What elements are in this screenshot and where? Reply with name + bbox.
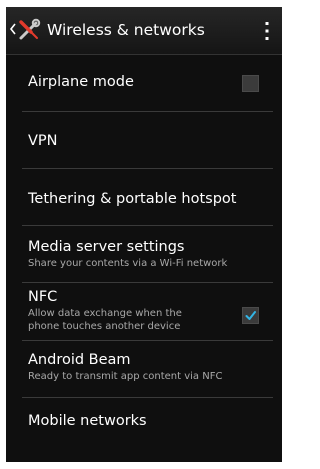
checkmark-icon (245, 311, 256, 320)
nfc-item[interactable]: NFC Allow data exchange when the phone t… (6, 283, 282, 341)
page-title: Wireless & networks (47, 21, 205, 39)
mobile-networks-item[interactable]: Mobile networks (6, 398, 282, 455)
media-server-settings-label: Media server settings (28, 239, 185, 255)
vpn-item[interactable]: VPN (6, 112, 282, 169)
android-beam-label: Android Beam (28, 352, 131, 368)
settings-list: Airplane mode VPN Tethering & portable h… (6, 55, 282, 455)
nfc-summary-line-1: Allow data exchange when the (28, 308, 182, 319)
tethering-label: Tethering & portable hotspot (28, 191, 237, 207)
nfc-summary-line-2: phone touches another device (28, 321, 181, 332)
airplane-mode-label: Airplane mode (28, 74, 134, 90)
wrench-screwdriver-icon[interactable] (17, 18, 41, 42)
overflow-menu-icon[interactable] (263, 21, 271, 41)
airplane-mode-item[interactable]: Airplane mode (6, 55, 282, 112)
action-bar: Wireless & networks (6, 7, 282, 55)
mobile-networks-label: Mobile networks (28, 413, 147, 429)
nfc-label: NFC (28, 289, 58, 305)
phone-screen: Wireless & networks Airplane mode VPN Te… (6, 7, 282, 462)
media-server-settings-item[interactable]: Media server settings Share your content… (6, 226, 282, 283)
media-server-settings-summary: Share your contents via a Wi-Fi network (28, 258, 228, 269)
vpn-label: VPN (28, 133, 58, 149)
airplane-mode-checkbox[interactable] (242, 75, 259, 92)
nfc-checkbox[interactable] (242, 307, 259, 324)
android-beam-summary: Ready to transmit app content via NFC (28, 371, 223, 382)
tethering-item[interactable]: Tethering & portable hotspot (6, 169, 282, 226)
android-beam-item[interactable]: Android Beam Ready to transmit app conte… (6, 341, 282, 398)
